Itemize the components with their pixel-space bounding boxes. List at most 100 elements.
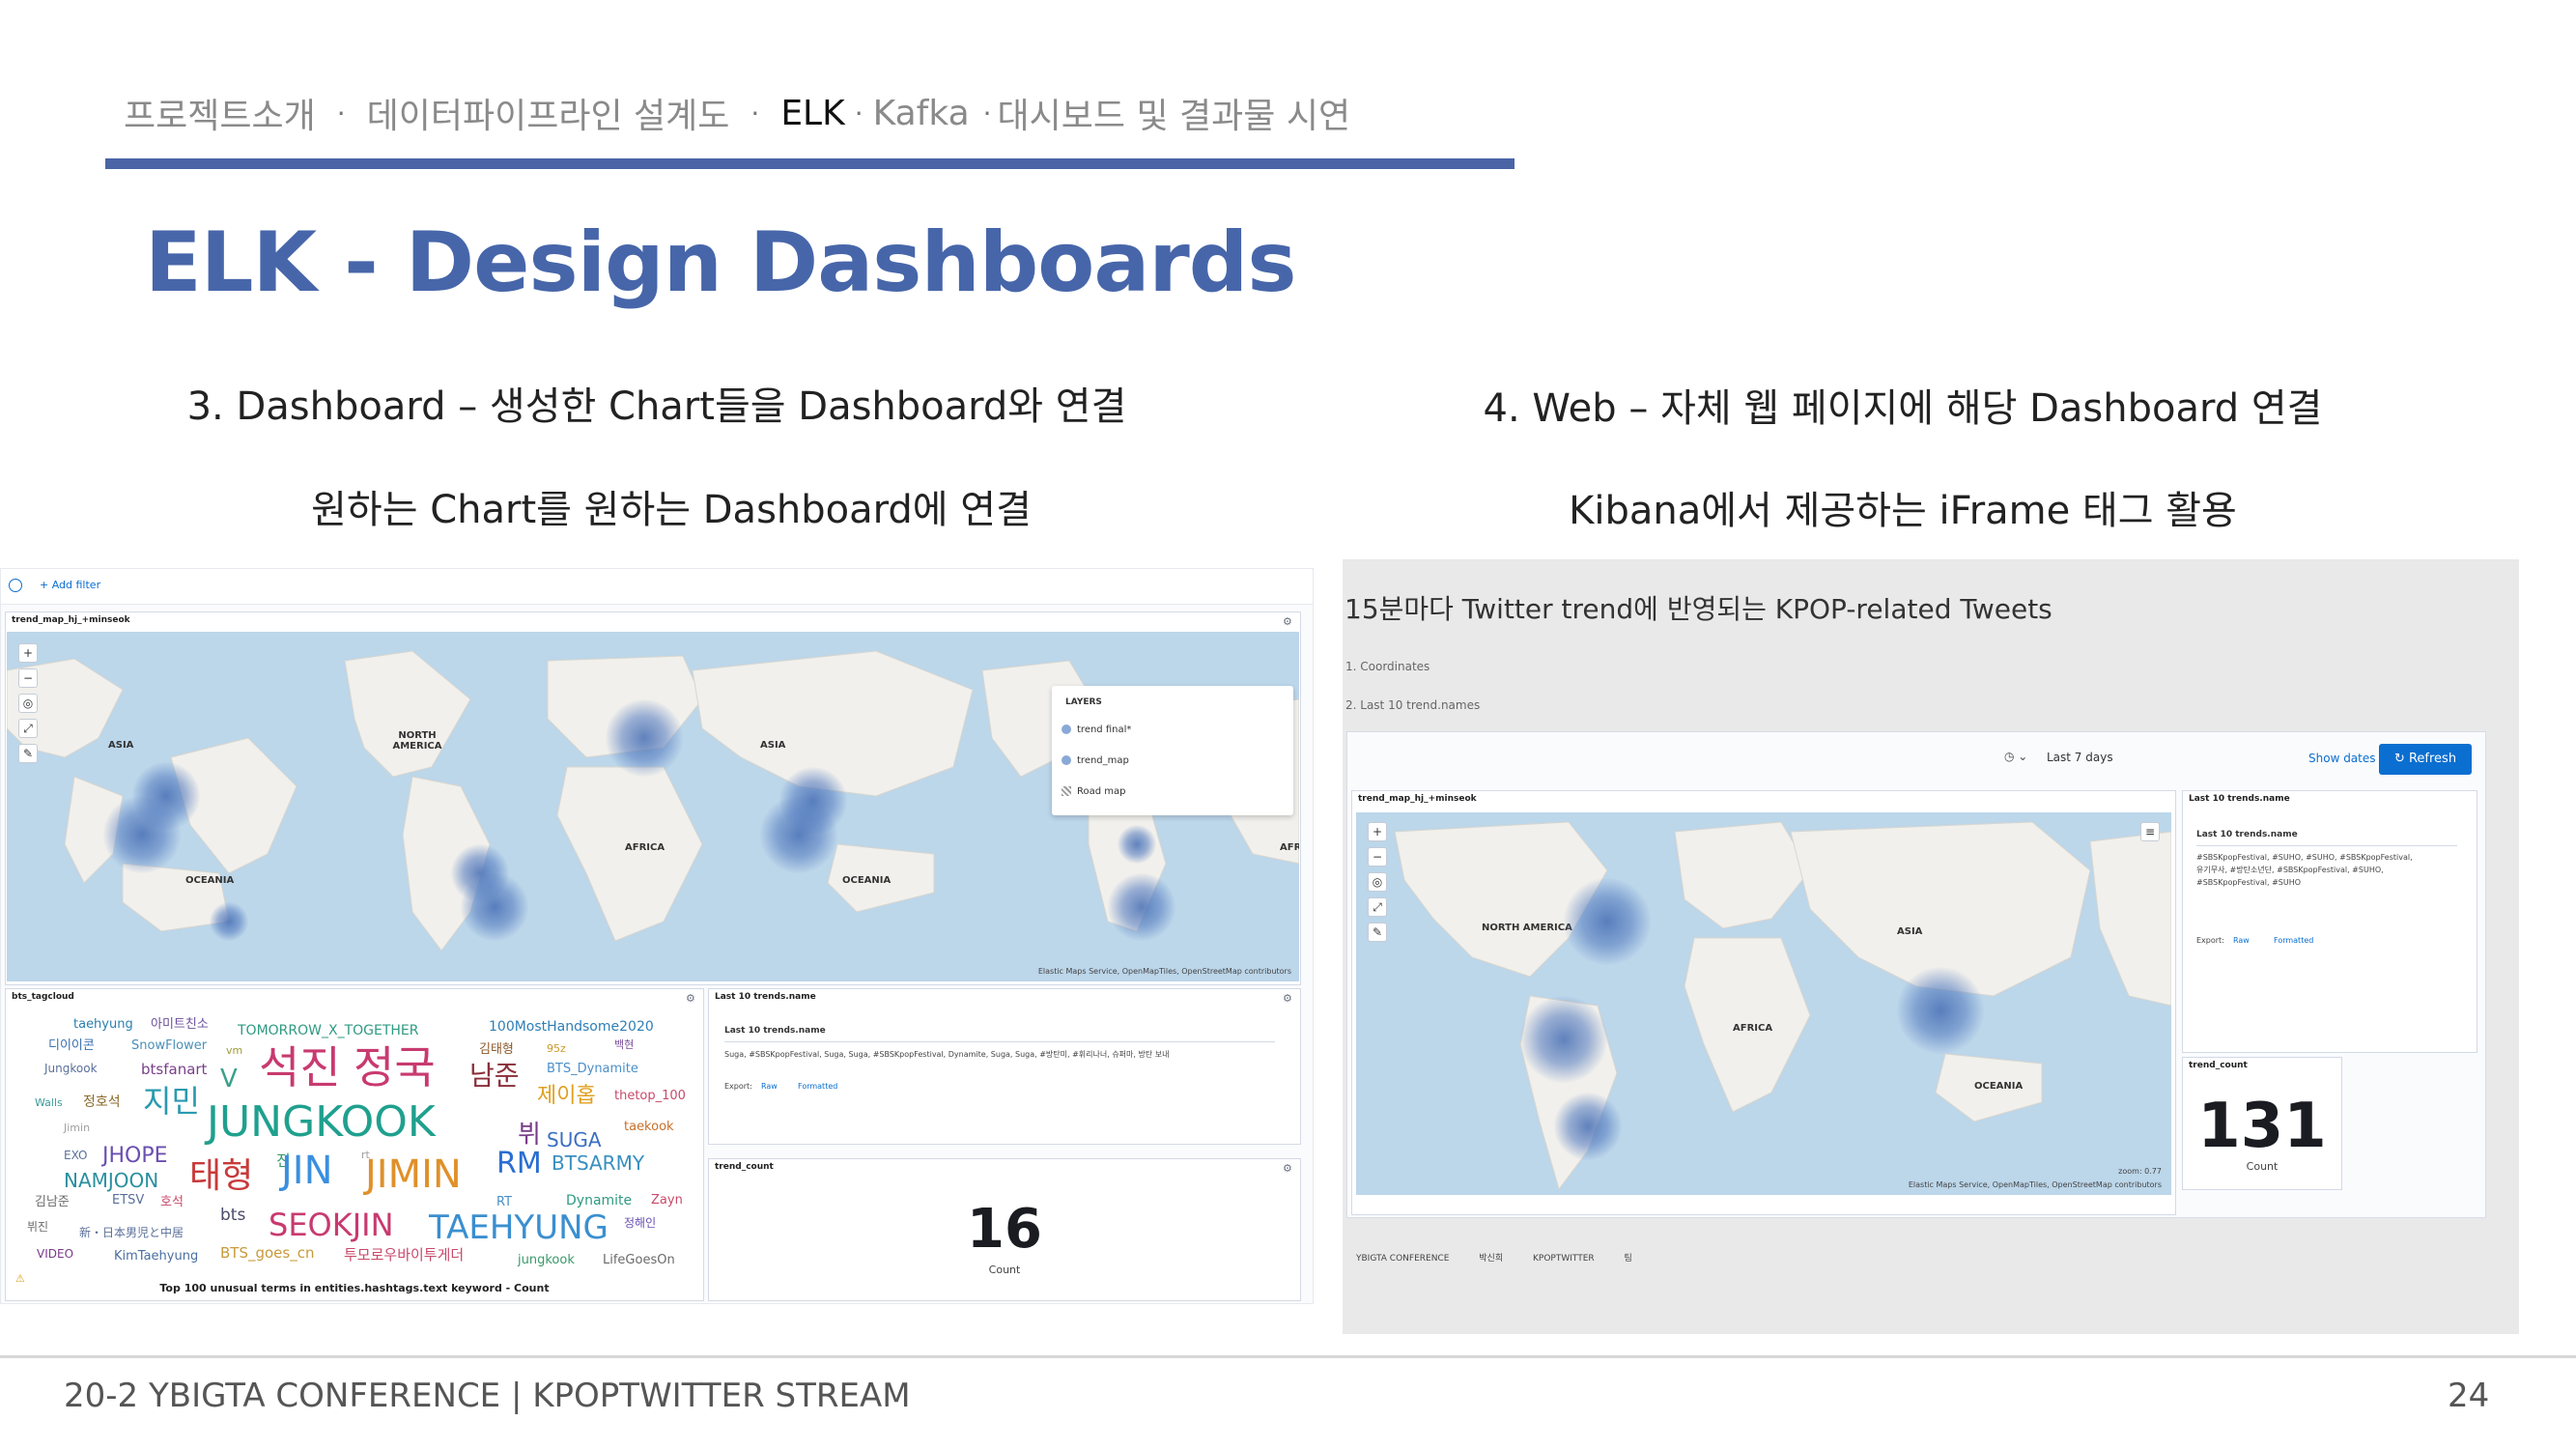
nav-item-elk[interactable]: ELK — [780, 94, 844, 133]
tag-word[interactable]: SUGA — [547, 1130, 602, 1150]
layers-toggle-icon[interactable]: ≡ — [2140, 822, 2160, 841]
gear-icon[interactable]: ⚙ — [1283, 616, 1294, 628]
tag-word[interactable]: 김남준 — [35, 1196, 70, 1208]
filter-options-icon[interactable] — [9, 579, 22, 592]
tag-word[interactable]: RM — [496, 1150, 542, 1179]
world-map[interactable]: NORTH AMERICA ASIA AFRICA OCEANIA + − ◎ … — [1356, 812, 2171, 1195]
export-raw-link[interactable]: Raw — [761, 1082, 778, 1091]
cluster-marker[interactable] — [210, 902, 248, 941]
tag-word[interactable]: JUNGKOOK — [207, 1101, 436, 1144]
tool-icon[interactable]: ✎ — [1368, 923, 1387, 942]
cluster-marker[interactable] — [1554, 1093, 1622, 1160]
tag-word[interactable]: Dynamite — [566, 1194, 632, 1208]
tag-word[interactable]: ETSV — [112, 1194, 144, 1207]
map-attribution[interactable]: Elastic Maps Service, OpenMapTiles, Open… — [1909, 1180, 2162, 1189]
tag-word[interactable]: vm — [226, 1045, 242, 1056]
tag-word[interactable]: 김태형 — [479, 1043, 514, 1056]
tag-word[interactable]: KimTaehyung — [114, 1250, 198, 1263]
gear-icon[interactable]: ⚙ — [1283, 1163, 1294, 1175]
tag-word[interactable]: JHOPE — [102, 1146, 168, 1167]
zoom-in-icon[interactable]: + — [1368, 822, 1387, 841]
cluster-marker[interactable] — [1520, 996, 1607, 1083]
cluster-marker[interactable] — [1108, 873, 1175, 941]
tool-icon[interactable]: ✎ — [18, 744, 38, 763]
tag-word[interactable]: EXO — [64, 1150, 87, 1161]
draw-shape-icon[interactable]: ⤢ — [18, 719, 38, 738]
table-column-header[interactable]: Last 10 trends.name — [2196, 830, 2298, 839]
nav-item-intro[interactable]: 프로젝트소개 — [124, 88, 316, 138]
zoom-out-icon[interactable]: − — [1368, 847, 1387, 867]
zoom-in-icon[interactable]: + — [18, 643, 38, 663]
tag-word[interactable]: TAEHYUNG — [429, 1211, 609, 1244]
tag-word[interactable]: Jimin — [64, 1122, 90, 1133]
tag-word[interactable]: LifeGoesOn — [603, 1254, 675, 1266]
refresh-button[interactable]: ↻ Refresh — [2379, 744, 2472, 775]
zoom-out-icon[interactable]: − — [18, 668, 38, 688]
tag-word[interactable]: 남준 — [469, 1063, 520, 1090]
tag-word[interactable]: taehyung — [73, 1018, 133, 1031]
cluster-marker[interactable] — [1564, 878, 1651, 965]
gear-icon[interactable]: ⚙ — [1283, 993, 1294, 1005]
tag-word[interactable]: SEOKJIN — [269, 1209, 394, 1240]
footer-link[interactable]: YBIGTA CONFERENCE — [1356, 1254, 1449, 1264]
cluster-marker[interactable] — [760, 796, 837, 873]
footer-link[interactable]: KPOPTWITTER — [1533, 1254, 1595, 1264]
tag-word[interactable]: 지민 — [143, 1086, 200, 1117]
tag-word[interactable]: 호석 — [160, 1196, 184, 1208]
draw-shape-icon[interactable]: ⤢ — [1368, 897, 1387, 917]
tag-word[interactable]: 디이이콘 — [48, 1039, 95, 1052]
tag-word[interactable]: bts — [220, 1208, 245, 1224]
tag-word[interactable]: 제이홉 — [537, 1086, 596, 1107]
tag-word[interactable]: 투모로우바이투게더 — [344, 1248, 464, 1263]
tag-word[interactable]: RT — [496, 1196, 512, 1208]
show-dates-link[interactable]: Show dates — [2308, 752, 2376, 765]
export-formatted-link[interactable]: Formatted — [2274, 936, 2313, 945]
nav-item-pipeline[interactable]: 데이터파이프라인 설계도 — [367, 88, 730, 138]
tag-word[interactable]: 정해인 — [624, 1217, 656, 1229]
tag-word[interactable]: JIN — [281, 1151, 333, 1190]
tag-word[interactable]: VIDEO — [37, 1248, 73, 1260]
cluster-marker[interactable] — [606, 699, 683, 777]
tag-word[interactable]: 100MostHandsome2020 — [489, 1020, 654, 1034]
tag-word[interactable]: Jungkook — [44, 1063, 98, 1074]
tag-word[interactable]: TOMORROW_X_TOGETHER — [238, 1024, 419, 1037]
fit-bounds-icon[interactable]: ◎ — [1368, 872, 1387, 892]
tag-word[interactable]: 정국 — [354, 1045, 436, 1090]
cluster-marker[interactable] — [103, 796, 181, 873]
tag-word[interactable]: thetop_100 — [614, 1090, 686, 1102]
nav-item-kafka[interactable]: Kafka — [873, 94, 970, 133]
tag-word[interactable]: 뷔 — [518, 1122, 541, 1148]
tag-word[interactable]: 정호석 — [83, 1095, 121, 1109]
tag-word[interactable]: btsfanart — [141, 1063, 207, 1077]
tag-word[interactable]: taekook — [624, 1121, 674, 1133]
layer-item[interactable]: trend final* — [1062, 724, 1131, 735]
footer-link[interactable]: 박신희 — [1479, 1254, 1503, 1264]
map-attribution[interactable]: Elastic Maps Service, OpenMapTiles, Open… — [1038, 967, 1291, 976]
export-raw-link[interactable]: Raw — [2233, 936, 2250, 945]
tag-word[interactable]: 95z — [547, 1043, 566, 1054]
tag-word[interactable]: 석진 — [259, 1045, 341, 1090]
cluster-marker[interactable] — [1897, 967, 1984, 1054]
export-formatted-link[interactable]: Formatted — [798, 1082, 837, 1091]
footer-link[interactable]: 팀 — [1625, 1254, 1632, 1264]
tag-word[interactable]: V — [220, 1066, 238, 1092]
tag-word[interactable]: jungkook — [518, 1254, 575, 1266]
tag-word[interactable]: Zayn — [651, 1194, 683, 1207]
tag-word[interactable]: 아미트친소 — [151, 1018, 209, 1031]
fit-bounds-icon[interactable]: ◎ — [18, 694, 38, 713]
tag-word[interactable]: NAMJOON — [64, 1171, 158, 1190]
tag-word[interactable]: 뷔진 — [27, 1221, 48, 1233]
tag-word[interactable]: SnowFlower — [131, 1039, 207, 1052]
tag-word[interactable]: Walls — [35, 1097, 63, 1108]
tag-word[interactable]: BTS_Dynamite — [547, 1063, 638, 1075]
tag-word[interactable]: BTS_goes_cn — [220, 1246, 314, 1261]
layer-item[interactable]: Road map — [1062, 786, 1126, 797]
tag-word[interactable]: BTSARMY — [552, 1153, 644, 1173]
layer-item[interactable]: trend_map — [1062, 755, 1129, 766]
world-map[interactable]: ASIA NORTH AMERICA AFRICA ASIA OCEANIA O… — [7, 632, 1299, 981]
tag-word[interactable]: 태형 — [189, 1159, 253, 1194]
tag-word[interactable]: JIMIN — [365, 1155, 462, 1194]
cluster-marker[interactable] — [1118, 825, 1156, 864]
tag-word[interactable]: 백현 — [614, 1039, 634, 1050]
add-filter-link[interactable]: + Add filter — [40, 579, 100, 591]
